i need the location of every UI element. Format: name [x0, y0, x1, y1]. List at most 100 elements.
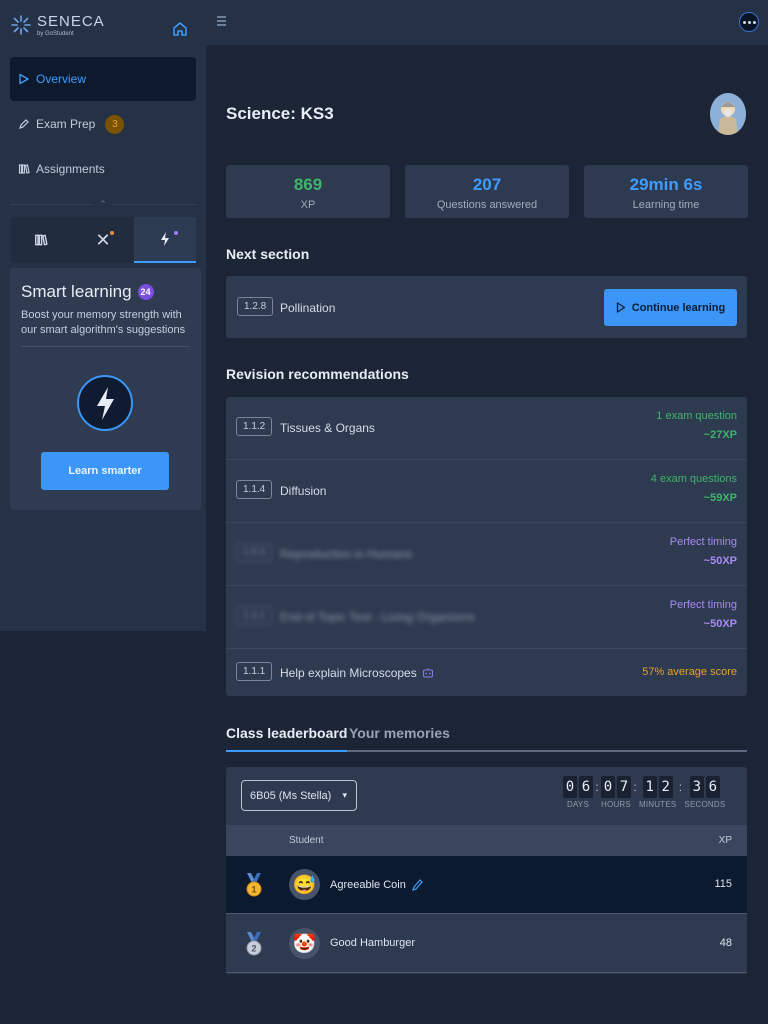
revision-xp: ~50XP: [703, 555, 737, 567]
revision-item-microscopes[interactable]: 1.1.1 Help explain Microscopes 57% avera…: [226, 649, 747, 696]
timer-days: 06: [563, 776, 593, 798]
divider: [21, 346, 190, 347]
revision-item-diffusion[interactable]: 1.1.4 Diffusion 4 exam questions ~59XP: [226, 460, 747, 523]
more-dots-icon: [742, 20, 746, 24]
stat-questions-answered: 207 Questions answered: [405, 165, 569, 218]
sidebar-item-exam-prep[interactable]: Exam Prep 3: [10, 102, 196, 146]
brand-tagline: by GoStudent: [37, 31, 74, 37]
timer-digit: 0: [601, 776, 615, 798]
timer-label: DAYS: [567, 800, 589, 809]
scientist-avatar-icon: [710, 93, 746, 135]
edit-pencil-icon[interactable]: [411, 878, 423, 892]
section-code: 1.1.4: [236, 480, 273, 499]
column-header-xp: XP: [718, 835, 732, 846]
revision-item-reproduction[interactable]: 1.5.3 Reproduction in Humans Perfect tim…: [226, 523, 747, 586]
tab-your-memories[interactable]: Your memories: [349, 725, 450, 741]
brand-name: SENECA: [37, 13, 105, 30]
section-code: 1.2.8: [237, 297, 274, 316]
leaderboard-row[interactable]: 1 😅 Agreeable Coin 115: [226, 856, 747, 914]
revision-item-tissues-organs[interactable]: 1.1.2 Tissues & Organs 1 exam question ~…: [226, 397, 747, 460]
leaderboard-header: Student XP: [226, 825, 747, 856]
section-code: 1.1.1: [236, 662, 273, 681]
timer-digit: 2: [658, 776, 673, 798]
svg-text:1: 1: [251, 885, 256, 895]
sidebar-mode-tabs: ✕: [10, 217, 196, 263]
play-outline-icon: [616, 302, 625, 313]
leaderboard-tabs: Class leaderboard Your memories: [226, 725, 747, 752]
revision-item-end-of-topic-test[interactable]: 1.2.1 End of Topic Test - Living Organis…: [226, 586, 747, 649]
revision-heading: Revision recommendations: [226, 366, 409, 382]
sidebar-item-overview[interactable]: Overview: [10, 57, 196, 101]
section-label: Reproduction in Humans: [280, 547, 413, 561]
tab-library[interactable]: [10, 217, 72, 263]
silver-medal-icon: 2: [246, 932, 262, 956]
section-code: 1.5.3: [236, 543, 273, 562]
menu-button[interactable]: [216, 14, 227, 26]
tab-wrong-answers[interactable]: ✕: [72, 217, 134, 263]
revision-note: 57% average score: [642, 666, 737, 678]
revision-note: 4 exam questions: [650, 473, 737, 485]
lightning-circle-icon: [77, 375, 133, 431]
timer-digit: 6: [705, 776, 720, 798]
home-button[interactable]: [171, 20, 189, 38]
continue-learning-button[interactable]: Continue learning: [604, 289, 737, 326]
top-bar: [206, 0, 768, 45]
course-avatar[interactable]: [710, 93, 746, 135]
stat-value: 29min 6s: [629, 175, 703, 194]
section-code: 1.2.1: [236, 606, 273, 625]
smart-learning-title: Smart learning: [21, 282, 132, 301]
robot-icon: [422, 668, 433, 678]
tab-smart-learning[interactable]: [134, 217, 196, 263]
class-select[interactable]: 6B05 (Ms Stella) ▾: [241, 780, 357, 811]
lightning-icon: [161, 232, 169, 246]
seneca-star-icon: [11, 15, 31, 35]
sidebar-item-assignments[interactable]: Assignments: [10, 147, 196, 191]
section-label: End of Topic Test - Living Organisms: [280, 610, 475, 624]
stat-xp: 869 XP: [226, 165, 390, 218]
student-name: Agreeable Coin: [330, 879, 406, 891]
timer-digit: 0: [563, 776, 577, 798]
svg-text:2: 2: [251, 944, 256, 954]
revision-xp: ~59XP: [703, 492, 737, 504]
chevron-down-icon: ▾: [342, 790, 347, 800]
avatar: 😅: [289, 869, 320, 900]
stat-value: 869: [293, 175, 323, 194]
stat-label: Questions answered: [436, 199, 538, 211]
collapse-toggle[interactable]: ⌃: [10, 198, 196, 210]
sidebar: SENECA by GoStudent Overview Exam Prep 3…: [0, 0, 206, 631]
section-label: Diffusion: [280, 484, 327, 498]
sidebar-item-label: Overview: [36, 72, 87, 86]
stat-value: 207: [472, 175, 502, 194]
tab-class-leaderboard[interactable]: Class leaderboard: [226, 725, 348, 752]
smart-learning-count: 24: [137, 284, 154, 300]
leaderboard-row[interactable]: 2 🤡 Good Hamburger 48: [226, 915, 747, 973]
revision-xp: ~27XP: [703, 429, 737, 441]
more-options-button[interactable]: [739, 12, 759, 32]
play-outline-icon: [19, 73, 29, 85]
section-code: 1.1.2: [236, 417, 273, 436]
avatar: 🤡: [289, 928, 320, 959]
home-icon: [173, 22, 187, 36]
class-select-value: 6B05 (Ms Stella): [250, 789, 332, 802]
seneca-logo[interactable]: SENECA by GoStudent: [10, 14, 105, 44]
books-icon: [18, 164, 30, 174]
smart-learning-illustration: [77, 368, 133, 438]
chevron-up-icon: ⌃: [99, 198, 107, 209]
next-section-heading: Next section: [226, 246, 310, 262]
continue-learning-label: Continue learning: [631, 301, 726, 314]
revision-xp: ~50XP: [703, 618, 737, 630]
revision-list: 1.1.2 Tissues & Organs 1 exam question ~…: [226, 397, 747, 696]
notification-dot: [174, 231, 178, 235]
smart-learning-description: Boost your memory strength with our smar…: [21, 309, 186, 336]
leaderboard-card: 6B05 (Ms Stella) ▾ 06 DAYS : 07 HOURS : …: [226, 767, 747, 974]
learn-smarter-button[interactable]: Learn smarter: [41, 452, 169, 490]
next-section-card[interactable]: 1.2.8 Pollination Continue learning: [226, 276, 747, 338]
section-label: Tissues & Organs: [280, 421, 375, 435]
timer-label: SECONDS: [684, 800, 726, 809]
timer-digit: 1: [642, 776, 657, 798]
timer-seconds: 36: [689, 776, 720, 798]
pencil-icon: [19, 119, 29, 129]
timer-digit: 7: [617, 776, 631, 798]
timer-minutes: 12: [642, 776, 673, 798]
timer-label: MINUTES: [639, 800, 677, 809]
